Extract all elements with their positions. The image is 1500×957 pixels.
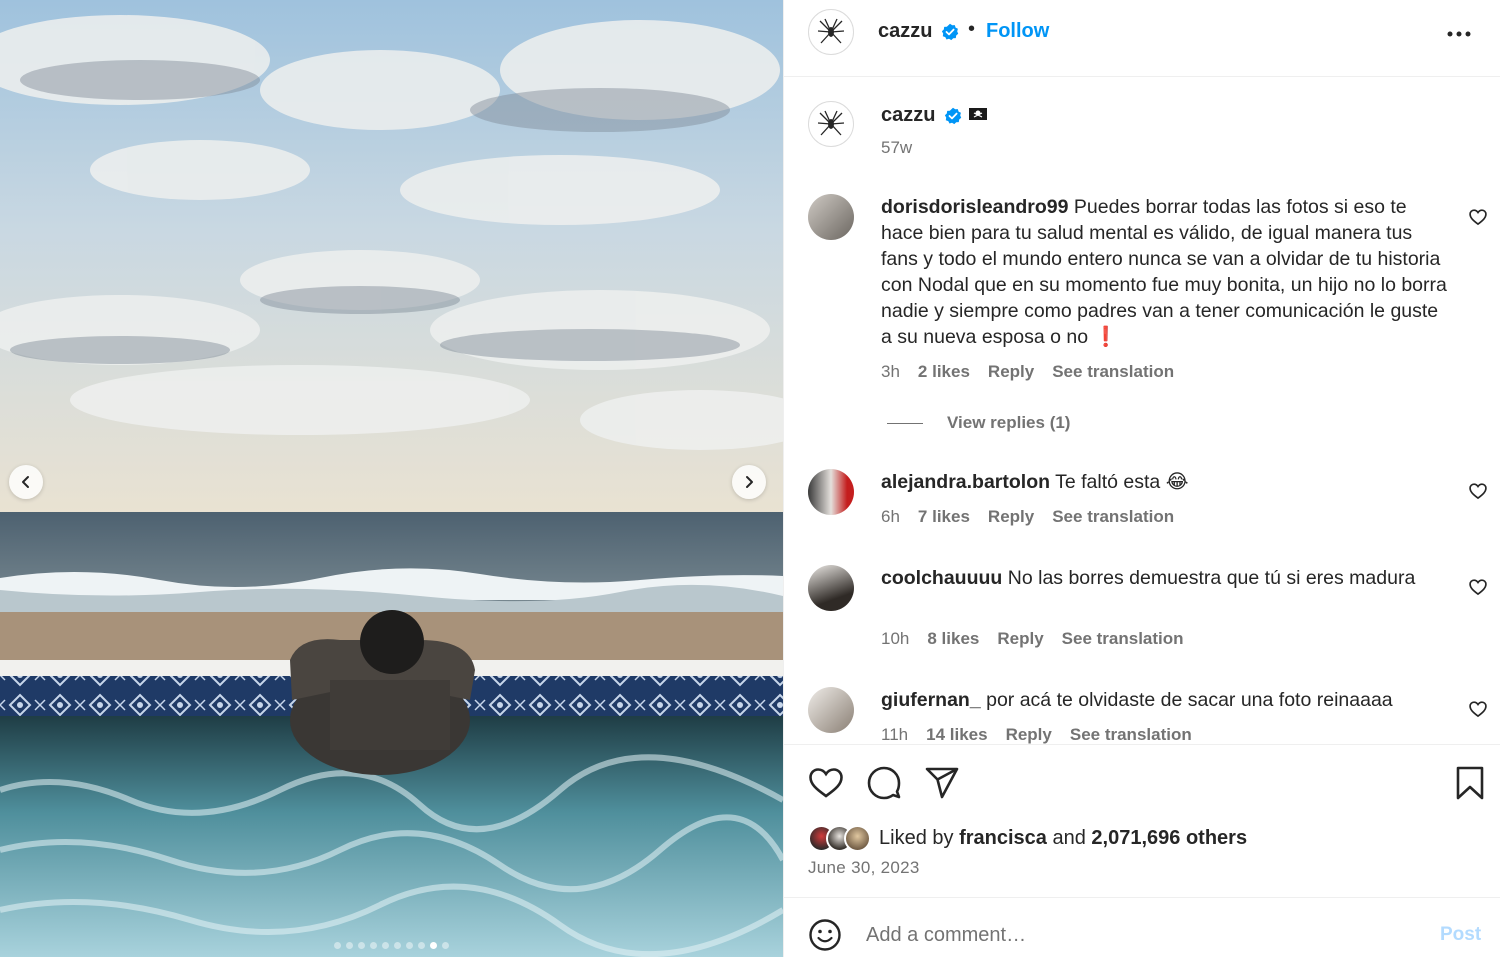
heart-icon[interactable] <box>1468 207 1488 227</box>
comment-text: alejandra.bartolon Te faltó esta 😂 <box>881 469 1451 495</box>
see-translation-button[interactable]: See translation <box>1052 507 1174 527</box>
post-username[interactable]: cazzu <box>878 20 932 43</box>
comment-username[interactable]: dorisdorisleandro99 <box>881 196 1068 218</box>
comment-avatar[interactable] <box>808 194 854 240</box>
heart-icon[interactable] <box>1468 577 1488 597</box>
carousel-dot <box>382 942 389 949</box>
comment-username[interactable]: giufernan_ <box>881 689 981 711</box>
share-icon[interactable] <box>924 765 960 801</box>
liked-by-row: Liked by francisca and 2,071,696 others <box>808 825 1247 852</box>
comment-content: Puedes borrar todas las fotos si eso te … <box>881 196 1447 348</box>
carousel-dot <box>358 942 365 949</box>
comment-text: giufernan_ por acá te olvidaste de sacar… <box>881 687 1451 713</box>
comment-likes[interactable]: 14 likes <box>926 725 987 744</box>
comment-avatar[interactable] <box>808 565 854 611</box>
header-separator: • <box>968 18 976 40</box>
carousel-dot <box>442 942 449 949</box>
comment-likes[interactable]: 2 likes <box>918 362 970 382</box>
heart-icon[interactable] <box>1468 481 1488 501</box>
view-replies-label: View replies (1) <box>947 413 1071 432</box>
carousel-dot <box>418 942 425 949</box>
spider-logo-icon <box>817 110 845 136</box>
chevron-right-icon <box>746 476 753 488</box>
carousel-prev-button[interactable] <box>9 465 43 499</box>
comment-time: 10h <box>881 629 910 648</box>
spider-logo-icon <box>817 18 845 44</box>
comment-reply-button[interactable]: Reply <box>988 507 1034 527</box>
comment-reply-button[interactable]: Reply <box>997 629 1043 649</box>
comment-content: Te faltó esta <box>1055 471 1161 493</box>
more-options-icon <box>1447 31 1471 37</box>
post-date[interactable]: June 30, 2023 <box>808 858 920 878</box>
comment-text: coolchauuuu No las borres demuestra que … <box>881 565 1451 591</box>
verified-badge-icon <box>941 23 959 41</box>
comment-icon[interactable] <box>866 765 902 801</box>
comment-username[interactable]: coolchauuuu <box>881 567 1002 589</box>
carousel-dot <box>334 942 341 949</box>
comment-emoji: 😂 <box>1165 471 1189 493</box>
caption-time: 57w <box>881 138 913 157</box>
comment-input[interactable] <box>866 918 1406 952</box>
comment-text: dorisdorisleandro99 Puedes borrar todas … <box>881 194 1451 350</box>
see-translation-button[interactable]: See translation <box>1052 362 1174 382</box>
comment-reply-button[interactable]: Reply <box>1006 725 1052 744</box>
comment-reply-button[interactable]: Reply <box>988 362 1034 382</box>
emoji-icon[interactable] <box>808 918 842 952</box>
likes-summary: Liked by francisca and 2,071,696 others <box>879 827 1247 850</box>
replies-divider <box>887 422 923 424</box>
follow-button[interactable]: Follow <box>986 20 1049 43</box>
comment-meta: 3h 2 likes Reply See translation <box>881 362 1174 382</box>
comment-avatar[interactable] <box>808 687 854 733</box>
liked-by-conj: and <box>1052 827 1086 849</box>
post-photo <box>0 0 783 957</box>
liked-by-prefix: Liked by <box>879 827 954 849</box>
comment-content: por acá te olvidaste de sacar una foto r… <box>986 689 1393 711</box>
more-options-button[interactable] <box>1444 22 1474 46</box>
comment-time: 3h <box>881 362 900 381</box>
comment-avatar[interactable] <box>808 469 854 515</box>
caption-username[interactable]: cazzu <box>881 104 935 127</box>
post-side-panel: cazzu • Follow cazzu 57w dorisdorisleand… <box>783 0 1500 957</box>
chevron-left-icon <box>22 476 29 488</box>
comment-time: 11h <box>881 725 909 744</box>
view-replies-button[interactable]: View replies (1) <box>887 413 1070 433</box>
comment-time: 6h <box>881 507 900 526</box>
carousel-dot <box>370 942 377 949</box>
comment-likes[interactable]: 8 likes <box>927 629 979 649</box>
comment-composer: Post <box>784 897 1500 957</box>
like-heart-icon[interactable] <box>808 765 844 801</box>
carousel-dot <box>430 942 437 949</box>
post-actions: Liked by francisca and 2,071,696 others … <box>784 744 1500 897</box>
caption-avatar[interactable] <box>808 101 854 147</box>
verified-badge-icon <box>944 107 962 125</box>
see-translation-button[interactable]: See translation <box>1062 629 1184 649</box>
comment-meta: 11h 14 likes Reply See translation <box>881 725 1192 744</box>
liked-by-others[interactable]: 2,071,696 others <box>1091 827 1247 849</box>
pirate-flag-icon <box>969 108 987 120</box>
carousel-dot <box>394 942 401 949</box>
beach-pool-image <box>0 0 783 957</box>
comment-content: No las borres demuestra que tú si eres m… <box>1007 567 1416 589</box>
bookmark-icon[interactable] <box>1452 765 1488 801</box>
comment-meta: 10h 8 likes Reply See translation <box>881 629 1184 649</box>
comment-likes[interactable]: 7 likes <box>918 507 970 527</box>
post-header: cazzu • Follow <box>784 0 1500 77</box>
comment-meta: 6h 7 likes Reply See translation <box>881 507 1174 527</box>
heart-icon[interactable] <box>1468 699 1488 719</box>
carousel-dot <box>406 942 413 949</box>
carousel-dot <box>346 942 353 949</box>
carousel-indicator <box>0 942 783 949</box>
avatar[interactable] <box>808 9 854 55</box>
comments-list[interactable]: cazzu 57w dorisdorisleandro99 Puedes bor… <box>784 78 1500 744</box>
carousel-next-button[interactable] <box>732 465 766 499</box>
liked-by-user[interactable]: francisca <box>959 827 1047 849</box>
post-comment-button[interactable]: Post <box>1440 924 1481 946</box>
comment-username[interactable]: alejandra.bartolon <box>881 471 1050 493</box>
see-translation-button[interactable]: See translation <box>1070 725 1192 744</box>
liker-avatar[interactable] <box>844 825 871 852</box>
comment-emoji: ❗ <box>1093 326 1118 348</box>
